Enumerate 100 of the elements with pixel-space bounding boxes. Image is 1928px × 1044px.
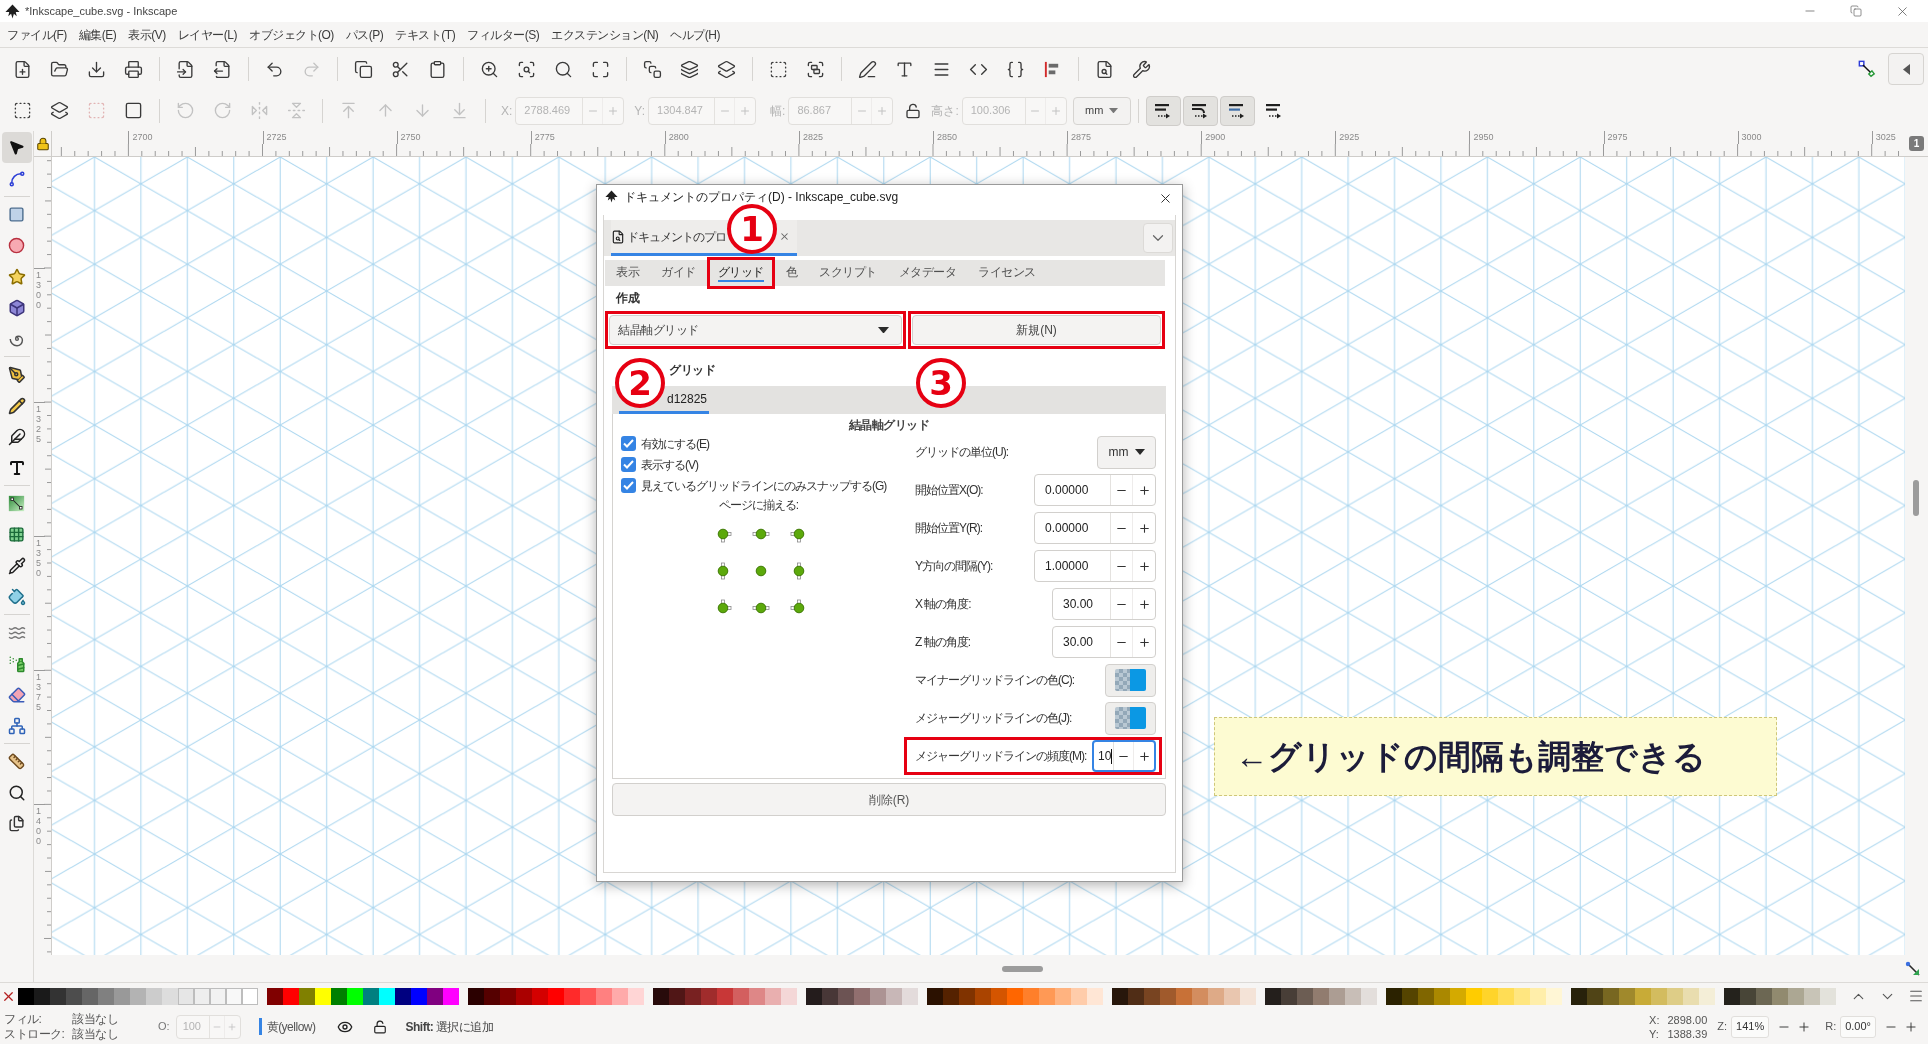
color-swatch[interactable] xyxy=(1498,987,1514,1005)
clipboard-icon[interactable] xyxy=(428,59,447,79)
file-import-icon[interactable] xyxy=(176,59,195,79)
color-swatch[interactable] xyxy=(870,987,886,1005)
color-swatch[interactable] xyxy=(1192,987,1208,1005)
color-swatch[interactable] xyxy=(1224,987,1240,1005)
color-swatch[interactable] xyxy=(34,987,50,1005)
color-swatch[interactable] xyxy=(1450,987,1466,1005)
color-swatch[interactable] xyxy=(267,987,283,1005)
copy-icon[interactable] xyxy=(354,59,373,79)
lock-icon[interactable] xyxy=(35,136,50,151)
color-swatch[interactable] xyxy=(822,987,838,1005)
menu-item[interactable]: フィルター(S) xyxy=(467,25,540,44)
unit-dropdown[interactable]: mm xyxy=(1072,96,1131,125)
color-swatch[interactable] xyxy=(1587,987,1603,1005)
zoom-field[interactable]: 141% xyxy=(1731,1015,1770,1038)
color-swatch[interactable] xyxy=(749,987,765,1005)
menu-icon[interactable] xyxy=(1908,988,1924,1004)
color-swatch[interactable] xyxy=(1635,987,1651,1005)
number-field[interactable]: 10 xyxy=(1092,740,1156,772)
color-swatch[interactable] xyxy=(1788,987,1804,1005)
node-arrow-icon[interactable] xyxy=(1858,60,1876,78)
pen-icon[interactable] xyxy=(858,59,877,79)
plus-icon[interactable] xyxy=(1137,635,1151,649)
color-swatch[interactable] xyxy=(1820,987,1836,1005)
color-swatch[interactable] xyxy=(975,987,991,1005)
color-swatch[interactable] xyxy=(685,987,701,1005)
color-swatch[interactable] xyxy=(283,987,299,1005)
menu-item[interactable]: レイヤー(L) xyxy=(177,25,237,44)
color-swatch[interactable] xyxy=(548,987,564,1005)
color-swatch[interactable] xyxy=(1329,987,1345,1005)
sidebar-toggle-button[interactable] xyxy=(1888,53,1924,85)
menu-item[interactable]: オブジェクト(O) xyxy=(249,25,334,44)
color-swatch[interactable] xyxy=(1724,987,1740,1005)
color-swatch[interactable] xyxy=(653,987,669,1005)
color-swatch[interactable] xyxy=(331,987,347,1005)
color-swatch[interactable] xyxy=(1619,987,1635,1005)
color-swatch[interactable] xyxy=(943,987,959,1005)
menu-item[interactable]: ヘルプ(H) xyxy=(670,25,720,44)
scrollbar-thumb[interactable] xyxy=(1002,965,1043,972)
color-swatch[interactable] xyxy=(1039,987,1055,1005)
scrollbar-thumb[interactable] xyxy=(1913,480,1919,516)
color-swatch[interactable] xyxy=(959,987,975,1005)
number-field[interactable]: 30.00 xyxy=(1052,626,1156,658)
color-swatch[interactable] xyxy=(1466,987,1482,1005)
plus-icon[interactable] xyxy=(1137,559,1151,573)
folder-icon[interactable] xyxy=(50,59,69,79)
color-swatch[interactable] xyxy=(1128,987,1144,1005)
dock-tab[interactable]: ドキュメントのプロ xyxy=(611,220,727,256)
toggle-button[interactable] xyxy=(1145,95,1181,126)
color-swatch[interactable] xyxy=(927,987,943,1005)
tab[interactable]: グリッド xyxy=(709,260,772,286)
search-icon[interactable] xyxy=(554,59,573,79)
color-swatch[interactable] xyxy=(886,987,902,1005)
zoom-in-icon[interactable] xyxy=(480,59,499,79)
color-swatch[interactable] xyxy=(18,987,34,1005)
color-swatch[interactable] xyxy=(1772,987,1788,1005)
layer-name[interactable]: 黄(yellow) xyxy=(266,1017,316,1036)
color-swatch[interactable] xyxy=(991,987,1007,1005)
color-swatch[interactable] xyxy=(902,987,918,1005)
delete-button[interactable]: 削除(R) xyxy=(612,783,1166,816)
lock-open-icon[interactable] xyxy=(373,1019,388,1034)
color-button[interactable] xyxy=(1105,701,1156,735)
plus-icon[interactable] xyxy=(1137,483,1151,497)
tab[interactable]: メタデータ xyxy=(890,260,964,286)
color-swatch[interactable] xyxy=(162,987,178,1005)
layers-icon[interactable] xyxy=(680,59,699,79)
menu-item[interactable]: ファイル(F) xyxy=(7,25,67,44)
page-number-badge[interactable]: 1 xyxy=(1909,136,1924,151)
square-icon[interactable] xyxy=(124,101,143,120)
rotation-field[interactable]: 0.00° xyxy=(1840,1015,1876,1038)
text-icon[interactable] xyxy=(895,59,914,79)
grid-type-dropdown[interactable]: 結晶軸グリッド xyxy=(609,315,902,345)
color-swatch[interactable] xyxy=(50,987,66,1005)
unit-dropdown[interactable]: mm xyxy=(1097,435,1156,469)
color-swatch[interactable] xyxy=(1281,987,1297,1005)
color-swatch[interactable] xyxy=(1740,987,1756,1005)
color-swatch[interactable] xyxy=(838,987,854,1005)
plus-icon[interactable] xyxy=(1137,521,1151,535)
color-swatch[interactable] xyxy=(226,987,242,1005)
layers-icon[interactable] xyxy=(717,59,736,79)
color-swatch[interactable] xyxy=(854,987,870,1005)
layers-icon[interactable] xyxy=(50,101,69,120)
color-swatch[interactable] xyxy=(347,987,363,1005)
scissors-icon[interactable] xyxy=(391,59,410,79)
menu-item[interactable]: 表示(V) xyxy=(128,25,166,44)
color-swatch[interactable] xyxy=(242,987,258,1005)
color-swatch[interactable] xyxy=(1007,987,1023,1005)
color-swatch[interactable] xyxy=(210,987,226,1005)
number-field[interactable]: 1.00000 xyxy=(1034,550,1156,582)
color-button[interactable] xyxy=(1105,663,1156,697)
lock-open-icon[interactable] xyxy=(905,102,922,119)
color-swatch[interactable] xyxy=(1297,987,1313,1005)
menu-item[interactable]: エクステンション(N) xyxy=(551,25,659,44)
color-swatch[interactable] xyxy=(628,987,644,1005)
color-swatch[interactable] xyxy=(596,987,612,1005)
arrow-snap-icon[interactable] xyxy=(1905,960,1921,977)
braces-icon[interactable] xyxy=(1006,59,1025,79)
color-swatch[interactable] xyxy=(781,987,797,1005)
color-swatch[interactable] xyxy=(1699,987,1715,1005)
